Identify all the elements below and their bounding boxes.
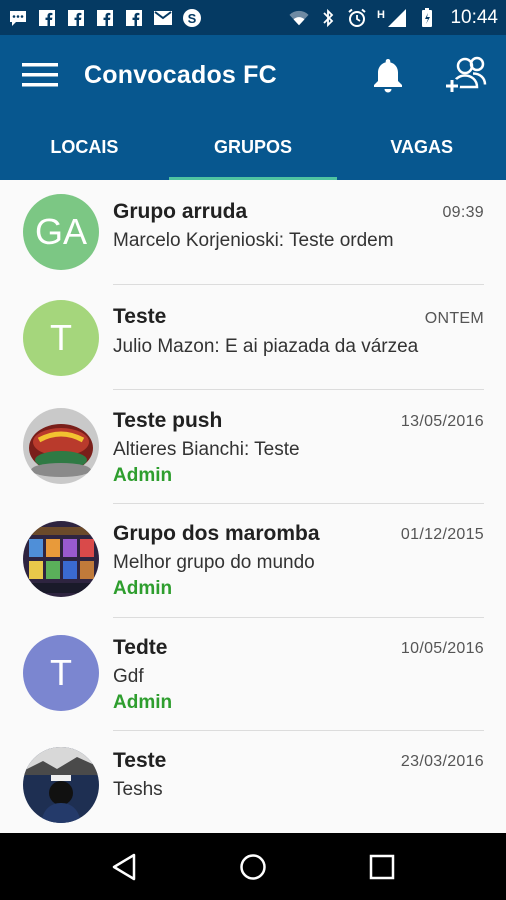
group-time: 13/05/2016 [400, 413, 484, 430]
group-last-message: Melhor grupo do mundo [113, 552, 315, 573]
group-time: 23/03/2016 [400, 753, 484, 770]
group-time: 01/12/2015 [400, 526, 484, 543]
system-icons: H 10:44 [289, 7, 498, 29]
group-last-message: Gdf [113, 666, 144, 687]
wifi-icon [289, 8, 309, 28]
list-item[interactable]: Teste 23/03/2016 Teshs [0, 731, 506, 833]
app-title: Convocados FC [84, 60, 277, 89]
signal-icon: H [376, 8, 408, 28]
avatar: GA [23, 194, 99, 270]
system-nav-bar [0, 833, 506, 900]
battery-icon [417, 7, 437, 28]
notification-icons: S [8, 8, 202, 28]
tab-bar: LOCAIS GRUPOS VAGAS [0, 115, 506, 180]
recents-square-icon[interactable] [357, 842, 407, 892]
gmail-icon [153, 8, 173, 28]
avatar: T [23, 635, 99, 711]
divider [113, 389, 484, 390]
list-item[interactable]: Grupo dos maromba 01/12/2015 Melhor grup… [0, 504, 506, 618]
alarm-icon [347, 8, 367, 28]
list-item[interactable]: T Tedte 10/05/2016 Gdf Admin [0, 618, 506, 731]
bell-icon[interactable] [368, 53, 408, 97]
group-name: Grupo dos maromba [113, 522, 320, 545]
avatar [23, 521, 99, 597]
hamburger-menu-icon[interactable] [20, 55, 60, 95]
chat-icon [8, 8, 28, 28]
group-time: ONTEM [424, 310, 484, 327]
app-bar: Convocados FC [0, 35, 506, 115]
skype-icon: S [182, 8, 202, 28]
add-group-icon[interactable] [442, 51, 492, 97]
list-item[interactable]: Teste push 13/05/2016 Altieres Bianchi: … [0, 391, 506, 504]
group-last-message: Julio Mazon: E ai piazada da várzea [113, 336, 419, 357]
group-last-message: Marcelo Korjenioski: Teste ordem [113, 230, 394, 251]
tab-vagas[interactable]: VAGAS [337, 115, 506, 180]
clock-time: 10:44 [450, 6, 498, 28]
facebook-icon [95, 8, 115, 28]
status-bar: S H 10:44 [0, 0, 506, 35]
facebook-icon [37, 8, 57, 28]
group-list: GA Grupo arruda 09:39 Marcelo Korjeniosk… [0, 180, 506, 833]
group-name: Teste [113, 749, 167, 772]
divider [113, 284, 484, 285]
group-name: Tedte [113, 636, 168, 659]
tab-grupos[interactable]: GRUPOS [168, 115, 338, 180]
group-time: 09:39 [442, 204, 484, 221]
group-name: Grupo arruda [113, 200, 248, 223]
svg-text:S: S [188, 11, 197, 26]
group-photo-image [23, 408, 99, 484]
group-last-message: Altieres Bianchi: Teste [113, 439, 300, 460]
list-item[interactable]: T Teste ONTEM Julio Mazon: E ai piazada … [0, 286, 506, 391]
list-item[interactable]: GA Grupo arruda 09:39 Marcelo Korjeniosk… [0, 180, 506, 286]
avatar [23, 747, 99, 823]
group-role-badge: Admin [113, 465, 173, 486]
home-circle-icon[interactable] [228, 842, 278, 892]
group-last-message: Teshs [113, 779, 163, 800]
group-role-badge: Admin [113, 692, 173, 713]
group-role-badge: Admin [113, 578, 173, 599]
tab-locais[interactable]: LOCAIS [0, 115, 169, 180]
group-name: Teste push [113, 409, 223, 432]
facebook-icon [66, 8, 86, 28]
back-triangle-icon[interactable] [99, 842, 149, 892]
group-name: Teste [113, 305, 167, 328]
facebook-icon [124, 8, 144, 28]
avatar [23, 408, 99, 484]
avatar: T [23, 300, 99, 376]
svg-text:H: H [377, 9, 385, 21]
group-time: 10/05/2016 [400, 640, 484, 657]
group-photo-image [23, 521, 99, 597]
group-photo-image [23, 747, 99, 823]
bluetooth-icon [318, 8, 338, 28]
